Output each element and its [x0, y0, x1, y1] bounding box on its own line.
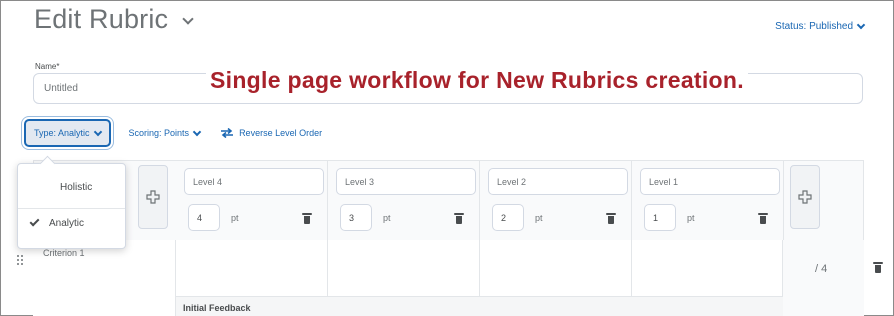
reverse-level-order-button[interactable]: Reverse Level Order [220, 128, 322, 138]
chevron-down-icon [93, 127, 102, 136]
plus-icon [146, 190, 160, 204]
swap-arrows-icon [221, 128, 234, 138]
level-column: Level 3 3 pt [328, 160, 480, 240]
level-description-cell[interactable] [480, 240, 632, 296]
name-field-label: Name* [35, 62, 60, 71]
status-dropdown[interactable]: Status: Published [775, 20, 866, 32]
name-input-placeholder: Untitled [44, 83, 78, 94]
plus-icon [798, 190, 812, 204]
type-dropdown-menu: Holistic Analytic [17, 163, 126, 249]
level-column: Level 1 1 pt [632, 160, 784, 240]
criterion-name[interactable]: Criterion 1 [43, 248, 85, 258]
scoring-dropdown-button[interactable]: Scoring: Points [128, 127, 202, 138]
menu-item-label: Holistic [60, 181, 93, 193]
initial-feedback-row[interactable] [176, 296, 783, 316]
annotation-caption: Single page workflow for New Rubrics cre… [206, 67, 748, 94]
page-title-text: Edit Rubric [34, 4, 169, 34]
level-points-input[interactable]: 2 [492, 204, 524, 231]
initial-feedback-label: Initial Feedback [183, 303, 251, 313]
criterion-score-cell [783, 240, 864, 316]
level-points-input[interactable]: 4 [188, 204, 220, 231]
level-name-input[interactable]: Level 4 [184, 168, 324, 195]
points-unit-label: pt [535, 213, 543, 223]
type-dropdown-button[interactable]: Type: Analytic [24, 119, 111, 147]
points-unit-label: pt [383, 213, 391, 223]
trash-icon[interactable] [606, 213, 616, 224]
reverse-button-label: Reverse Level Order [239, 128, 323, 138]
level-description-cell[interactable] [632, 240, 783, 296]
level-name-input[interactable]: Level 3 [336, 168, 476, 195]
points-unit-label: pt [231, 213, 239, 223]
trash-icon[interactable] [873, 262, 883, 273]
status-label: Status: Published [775, 21, 853, 32]
level-points-input[interactable]: 3 [340, 204, 372, 231]
level-name-input[interactable]: Level 2 [488, 168, 628, 195]
level-points-input[interactable]: 1 [644, 204, 676, 231]
chevron-down-icon [192, 127, 202, 136]
menu-item-analytic[interactable]: Analytic [18, 208, 125, 238]
criterion-max-score: / 4 [815, 263, 828, 275]
chevron-down-icon[interactable] [182, 12, 194, 25]
level-name-input[interactable]: Level 1 [640, 168, 780, 195]
scoring-button-label: Scoring: Points [128, 128, 190, 138]
rubric-toolbar: Type: Analytic Scoring: Points Reverse L… [24, 119, 322, 147]
page-title[interactable]: Edit Rubric [34, 4, 194, 35]
trash-icon[interactable] [454, 213, 464, 224]
drag-handle-icon[interactable] [17, 255, 23, 267]
add-level-before-button[interactable] [138, 165, 168, 229]
level-column: Level 4 4 pt [176, 160, 328, 240]
points-unit-label: pt [687, 213, 695, 223]
level-column: Level 2 2 pt [480, 160, 632, 240]
level-description-cell[interactable] [328, 240, 480, 296]
checkmark-icon [29, 216, 40, 227]
trash-icon[interactable] [758, 213, 768, 224]
trash-icon[interactable] [302, 213, 312, 224]
chevron-down-icon [856, 20, 866, 30]
menu-item-label: Analytic [49, 218, 85, 229]
add-level-after-button[interactable] [790, 165, 820, 229]
level-description-cell[interactable] [176, 240, 328, 296]
menu-item-holistic[interactable]: Holistic [18, 172, 125, 202]
type-button-label: Type: Analytic [34, 128, 90, 138]
